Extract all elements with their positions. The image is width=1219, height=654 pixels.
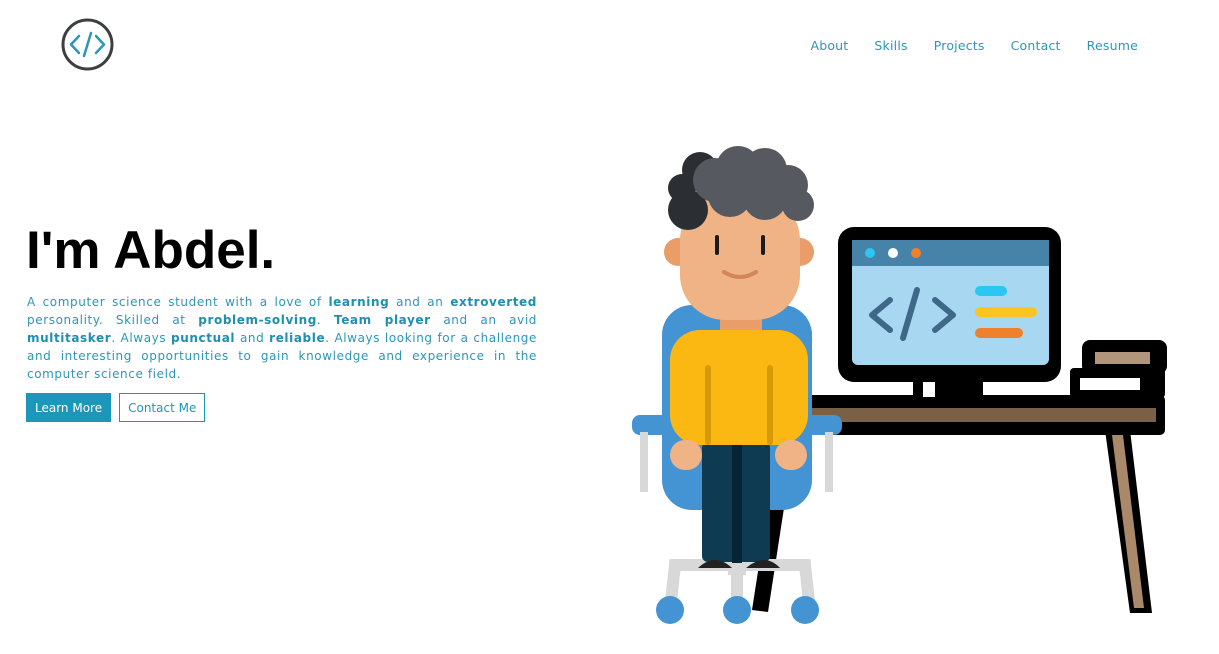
nav-skills[interactable]: Skills	[874, 38, 907, 53]
learn-more-button[interactable]: Learn More	[26, 393, 112, 422]
nav-resume[interactable]: Resume	[1087, 38, 1138, 53]
logo-code-icon[interactable]	[61, 18, 114, 71]
hero-title: I'm Abdel.	[26, 221, 276, 280]
nav-about[interactable]: About	[810, 38, 848, 53]
main-nav: About Skills Projects Contact Resume	[810, 38, 1138, 53]
hero-section: I'm Abdel. A computer science student wi…	[26, 221, 537, 383]
contact-me-button[interactable]: Contact Me	[119, 393, 206, 422]
nav-contact[interactable]: Contact	[1011, 38, 1061, 53]
hero-buttons: Learn More Contact Me	[26, 393, 206, 422]
monitor	[838, 227, 1061, 400]
nav-projects[interactable]: Projects	[934, 38, 985, 53]
books	[1070, 340, 1167, 398]
developer-at-desk-illustration	[632, 146, 1167, 624]
hero-description: A computer science student with a love o…	[27, 295, 537, 381]
